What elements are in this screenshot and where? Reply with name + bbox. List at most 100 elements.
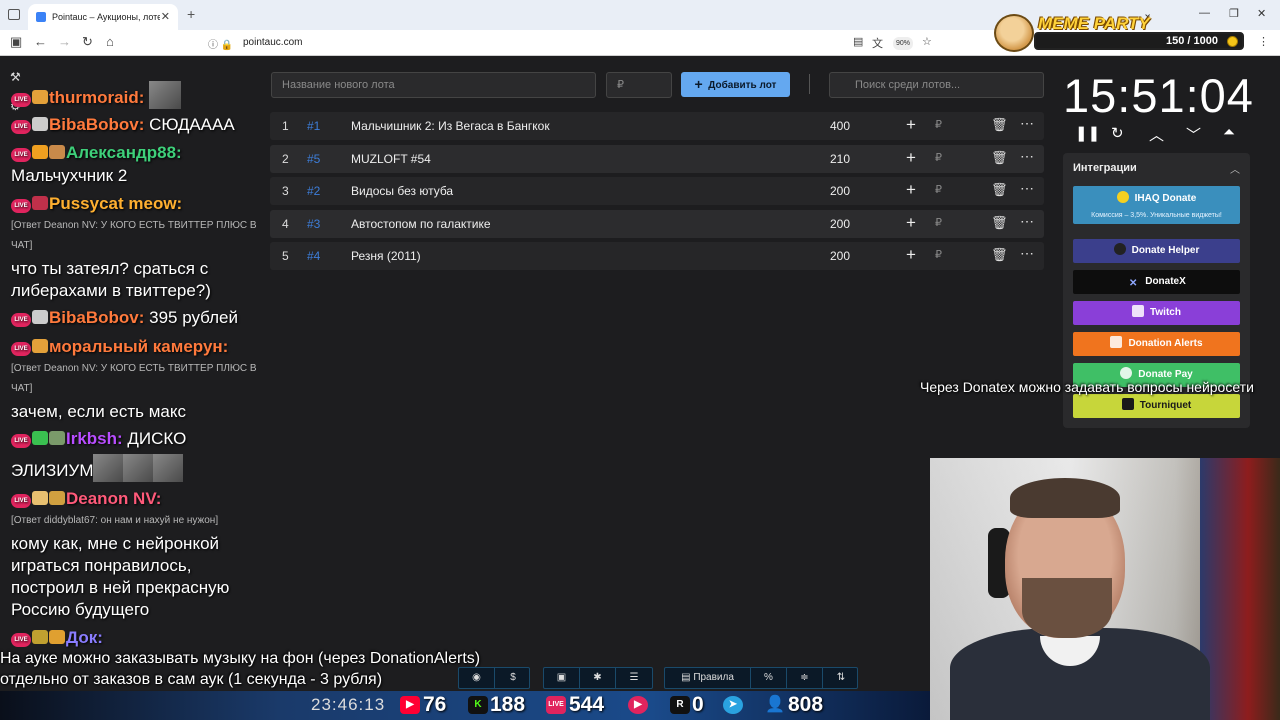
swap-icon[interactable]: ⇅ bbox=[823, 668, 859, 688]
sidebar-toggle-icon[interactable]: ▣ bbox=[10, 34, 22, 50]
save-icon[interactable]: ▣ bbox=[544, 668, 580, 688]
toolbar-divider bbox=[809, 74, 810, 94]
delete-lot-icon[interactable]: 🗑 bbox=[991, 215, 1008, 231]
lot-id[interactable]: #2 bbox=[307, 184, 320, 198]
lot-name[interactable]: Видосы без ютуба bbox=[351, 184, 453, 198]
tab-close-icon[interactable]: ✕ bbox=[161, 10, 170, 23]
add-lot-button[interactable]: + Добавить лот bbox=[681, 72, 790, 97]
donate-helper-button[interactable]: Donate Helper bbox=[1073, 239, 1240, 263]
emote-image bbox=[93, 454, 124, 482]
zoom-level[interactable]: 90% bbox=[893, 37, 913, 50]
badge-icon bbox=[32, 491, 48, 505]
chat-nick: thurmoraid: bbox=[49, 88, 145, 107]
double-up-icon[interactable]: ⏶ bbox=[1223, 124, 1235, 141]
lot-amount[interactable]: 400 bbox=[830, 119, 850, 133]
lot-position: 4 bbox=[282, 217, 289, 231]
delete-lot-icon[interactable]: 🗑 bbox=[991, 182, 1008, 198]
vk-live-viewers: 544 bbox=[569, 693, 605, 716]
ruble-input[interactable]: ₽ bbox=[935, 151, 942, 164]
lot-row: 2 #5 MUZLOFT #54 210 + ₽ 🗑 ⋯ bbox=[270, 145, 1044, 173]
browser-tab[interactable]: Pointauc – Аукционы, лотереи ✕ bbox=[28, 4, 178, 30]
add-amount-icon[interactable]: + bbox=[906, 213, 916, 233]
site-info-icon[interactable]: ⓘ 🔒 bbox=[208, 36, 233, 51]
donation-alerts-button[interactable]: Donation Alerts bbox=[1073, 332, 1240, 356]
percent-icon[interactable]: % bbox=[751, 668, 787, 688]
lot-amount[interactable]: 210 bbox=[830, 152, 850, 166]
bug-icon[interactable]: ✱ bbox=[580, 668, 616, 688]
forward-icon[interactable]: → bbox=[58, 34, 71, 49]
ihaq-donate-button[interactable]: IHAQ Donate Комиссия – 3,5%. Уникальные … bbox=[1073, 186, 1240, 224]
add-amount-icon[interactable]: + bbox=[906, 115, 916, 135]
chat-reply-quote: [Ответ Deanon NV: У КОГО ЕСТЬ ТВИТТЕР ПЛ… bbox=[11, 363, 257, 394]
lot-name[interactable]: Резня (2011) bbox=[351, 249, 421, 263]
ihaq-title: IHAQ Donate bbox=[1134, 193, 1197, 204]
bottom-toolbar-1: ◉ $ bbox=[458, 667, 530, 689]
twitch-button[interactable]: Twitch bbox=[1073, 301, 1240, 325]
chat-text: что ты затеял? сраться с либерахами в тв… bbox=[11, 259, 211, 300]
reader-icon[interactable]: ▤ bbox=[853, 35, 863, 48]
webcam-feed bbox=[930, 458, 1280, 720]
donatex-button[interactable]: ✕ DonateX bbox=[1073, 270, 1240, 294]
badge-icon bbox=[32, 339, 48, 353]
list-icon[interactable]: ☰ bbox=[616, 668, 652, 688]
lot-amount[interactable]: 200 bbox=[830, 217, 850, 231]
youtube-viewers: 76 bbox=[423, 693, 447, 716]
tab-actions-icon[interactable] bbox=[8, 9, 20, 20]
lot-id[interactable]: #4 bbox=[307, 249, 320, 263]
lot-search-input[interactable] bbox=[829, 72, 1044, 98]
chat-nick: Pussycat meow: bbox=[49, 194, 183, 213]
lot-amount[interactable]: 200 bbox=[830, 249, 850, 263]
badge-icon bbox=[49, 491, 65, 505]
ruble-input[interactable]: ₽ bbox=[935, 183, 942, 196]
rules-button[interactable]: ▤ Правила bbox=[665, 668, 751, 688]
chat-nick: Док: bbox=[66, 628, 103, 647]
more-options-icon[interactable]: ⋯ bbox=[1020, 180, 1034, 197]
translate-icon[interactable]: 文 bbox=[872, 35, 883, 51]
dollar-icon[interactable]: $ bbox=[495, 668, 531, 688]
add-amount-icon[interactable]: + bbox=[906, 245, 916, 265]
chevron-down-icon[interactable]: ﹀ bbox=[1186, 124, 1201, 145]
new-lot-name-input[interactable] bbox=[271, 72, 596, 98]
ruble-input[interactable]: ₽ bbox=[935, 248, 942, 261]
lot-name[interactable]: Автостопом по галактике bbox=[351, 217, 491, 231]
url-field[interactable]: pointauc.com bbox=[243, 37, 302, 48]
donation-alerts-label: Donation Alerts bbox=[1128, 338, 1203, 349]
delete-lot-icon[interactable]: 🗑 bbox=[991, 150, 1008, 166]
chat-text: кому как, мне с нейронкой играться понра… bbox=[11, 534, 230, 619]
home-icon[interactable]: ⌂ bbox=[106, 34, 114, 49]
more-options-icon[interactable]: ⋯ bbox=[1020, 213, 1034, 230]
ruble-input[interactable]: ₽ bbox=[935, 216, 942, 229]
menu-icon[interactable]: ⋮ bbox=[1258, 35, 1269, 48]
lot-id[interactable]: #5 bbox=[307, 152, 320, 166]
new-lot-price-input[interactable] bbox=[606, 72, 672, 98]
window-close-icon[interactable]: ✕ bbox=[1257, 7, 1266, 20]
new-tab-icon[interactable]: + bbox=[187, 6, 195, 22]
delete-lot-icon[interactable]: 🗑 bbox=[991, 117, 1008, 133]
more-options-icon[interactable]: ⋯ bbox=[1020, 115, 1034, 132]
chevron-up-icon[interactable]: ︿ bbox=[1149, 124, 1164, 145]
more-options-icon[interactable]: ⋯ bbox=[1020, 245, 1034, 262]
pause-icon[interactable]: ❚❚ bbox=[1075, 124, 1100, 142]
vk-live-badge-icon: LIVE bbox=[11, 313, 31, 327]
add-amount-icon[interactable]: + bbox=[906, 180, 916, 200]
ruble-input[interactable]: ₽ bbox=[935, 118, 942, 131]
chat-message: LIVE Александр88: bbox=[11, 143, 182, 163]
reload-icon[interactable]: ↻ bbox=[82, 34, 93, 50]
split-icon[interactable]: ≑ bbox=[787, 668, 823, 688]
tab-title: Pointauc – Аукционы, лотереи bbox=[52, 12, 160, 22]
collapse-icon[interactable]: ︿ bbox=[1230, 161, 1240, 176]
more-options-icon[interactable]: ⋯ bbox=[1020, 148, 1034, 165]
lot-amount[interactable]: 200 bbox=[830, 184, 850, 198]
lot-name[interactable]: MUZLOFT #54 bbox=[351, 152, 431, 166]
tourniquet-button[interactable]: Tourniquet bbox=[1073, 394, 1240, 418]
delete-lot-icon[interactable]: 🗑 bbox=[991, 247, 1008, 263]
bookmark-star-icon[interactable]: ☆ bbox=[922, 35, 932, 48]
chat-message: LIVE Pussycat meow: bbox=[11, 194, 182, 214]
back-icon[interactable]: ← bbox=[34, 34, 47, 49]
github-icon[interactable]: ◉ bbox=[459, 668, 495, 688]
reset-icon[interactable]: ↻ bbox=[1111, 124, 1124, 142]
add-amount-icon[interactable]: + bbox=[906, 148, 916, 168]
lot-id[interactable]: #1 bbox=[307, 119, 320, 133]
lot-id[interactable]: #3 bbox=[307, 217, 320, 231]
lot-name[interactable]: Мальчишник 2: Из Вегаса в Бангкок bbox=[351, 119, 550, 133]
